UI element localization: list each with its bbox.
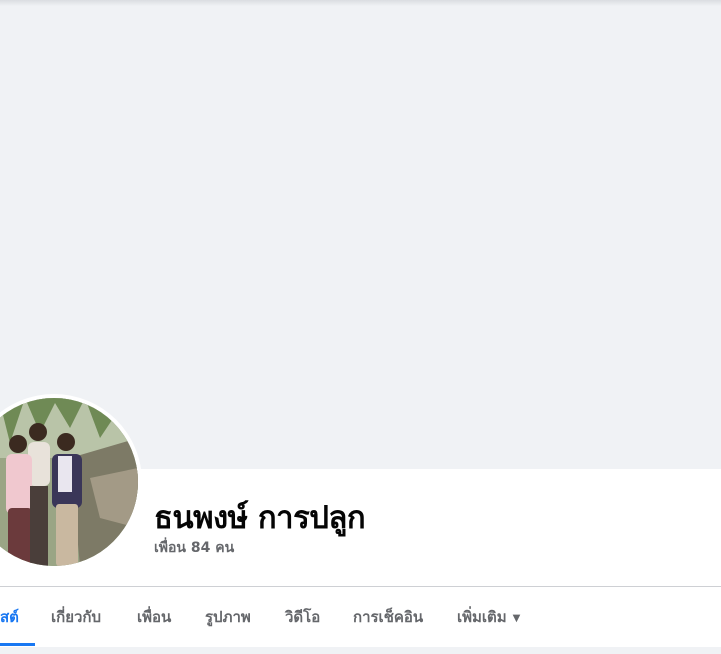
tab-videos-label: วิดีโอ — [285, 608, 321, 626]
tab-posts[interactable]: สต์ — [0, 587, 19, 647]
tab-checkins-label: การเช็คอิน — [353, 608, 424, 626]
tab-about-label: เกี่ยวกับ — [51, 608, 102, 626]
content-background — [0, 647, 721, 654]
profile-tabs: สต์ เกี่ยวกับ เพื่อน รูปภาพ วิดีโอ การเช… — [0, 587, 721, 647]
tab-more[interactable]: เพิ่มเติม ▼ — [457, 587, 520, 647]
tab-videos[interactable]: วิดีโอ — [285, 587, 320, 647]
tab-photos[interactable]: รูปภาพ — [205, 587, 251, 647]
tab-checkins[interactable]: การเช็คอิน — [353, 587, 423, 647]
tab-more-label: เพิ่มเติม — [457, 608, 507, 626]
friends-count-link[interactable]: เพื่อน 84 คน — [154, 537, 234, 559]
cover-photo-area[interactable] — [0, 0, 721, 469]
active-tab-indicator — [0, 643, 35, 646]
caret-down-icon: ▼ — [512, 613, 521, 624]
tab-posts-label: สต์ — [0, 608, 19, 626]
tab-photos-label: รูปภาพ — [205, 608, 251, 626]
profile-name: ธนพงษ์ การปลูก — [154, 500, 366, 536]
tab-friends[interactable]: เพื่อน — [137, 587, 171, 647]
top-shadow — [0, 0, 721, 6]
tab-friends-label: เพื่อน — [137, 608, 172, 626]
tab-about[interactable]: เกี่ยวกับ — [51, 587, 101, 647]
